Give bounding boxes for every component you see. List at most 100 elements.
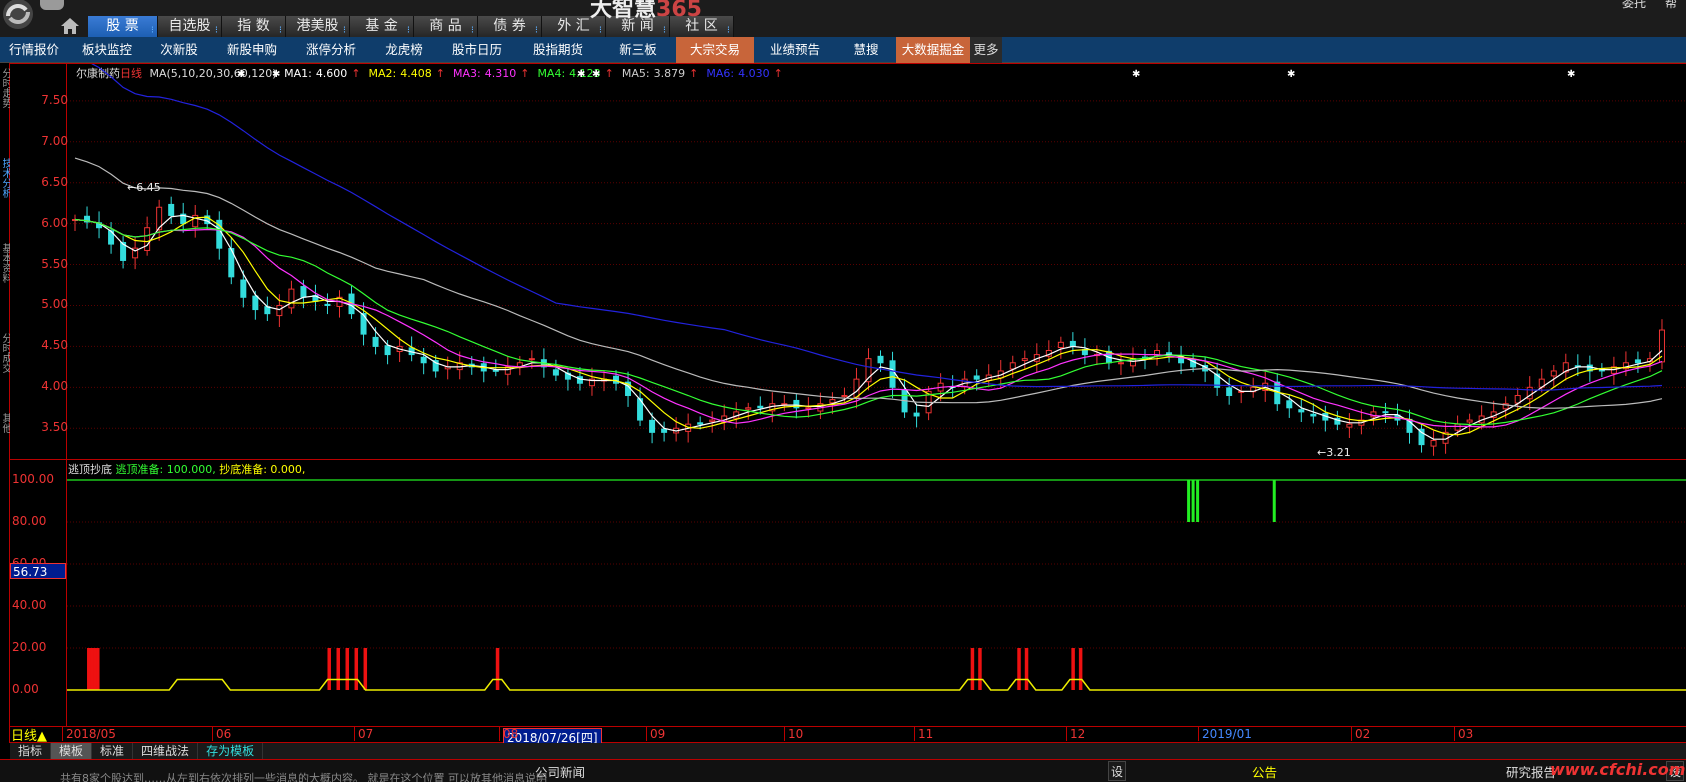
nav-item-0[interactable]: 行情报价	[0, 37, 68, 63]
left-tab-4[interactable]: 其他	[0, 413, 10, 458]
price-axis: 7.50 7.00 6.50 6.00 5.50 5.00 4.50 4.00 3.50	[10, 64, 68, 461]
left-tab-2[interactable]: 基本资料	[0, 243, 10, 315]
candle-body	[805, 407, 812, 410]
candle-body	[372, 336, 379, 347]
menu-2[interactable]: 指 数 ⁝	[222, 16, 286, 37]
candle-body	[661, 428, 668, 433]
candle-body	[252, 295, 259, 311]
candle-body	[324, 303, 331, 306]
bottom-bar	[970, 648, 975, 690]
back-button[interactable]	[40, 0, 64, 10]
bottom-bar	[345, 648, 350, 690]
date-tick	[1351, 727, 1352, 741]
nav-item-1[interactable]: 板块监控	[68, 37, 146, 63]
candle-body	[877, 355, 884, 364]
ma-line-1	[74, 214, 1663, 440]
event-marker-icon[interactable]: ✱	[592, 69, 600, 80]
date-tick-label: 12	[1066, 727, 1085, 741]
price-tick-label: 6.50	[41, 174, 68, 189]
nav-item-5[interactable]: 龙虎榜	[370, 37, 438, 63]
bottom-bar	[1071, 648, 1075, 690]
menu-4[interactable]: 基 金 ⁝	[350, 16, 414, 37]
help-link[interactable]: 帮	[1665, 0, 1677, 11]
ma-line-4	[74, 218, 1663, 426]
bottom-bar	[1024, 648, 1029, 690]
indicator-panel[interactable]: 100.0080.0060.0040.0020.000.00 56.73 逃顶抄…	[10, 460, 1686, 727]
candle-body	[1226, 387, 1233, 397]
refresh-logo-icon[interactable]	[0, 0, 38, 37]
nav-item-13[interactable]: 更多	[970, 37, 1002, 63]
candle-body	[889, 360, 896, 388]
date-tick-label: 2018/05	[62, 727, 116, 741]
event-marker-icon[interactable]: ✱	[272, 69, 280, 80]
candle-body	[973, 375, 980, 380]
home-icon[interactable]	[60, 17, 80, 35]
event-marker-icon[interactable]: ✱	[577, 69, 585, 80]
nav-item-12[interactable]: 大数据掘金	[896, 37, 970, 63]
escape-bar	[1196, 480, 1200, 522]
candle-body	[1069, 340, 1076, 347]
event-marker-icon[interactable]: ✱	[1287, 69, 1295, 80]
date-tick-label: 2019/01	[1198, 727, 1252, 741]
candle-body	[1009, 362, 1016, 370]
subtab-2[interactable]: 标准	[92, 743, 134, 759]
subtab-4[interactable]: 存为模板	[198, 743, 264, 759]
menu-1[interactable]: 自选股 ⁝	[158, 16, 222, 37]
period-switch[interactable]: 日线▲	[11, 725, 47, 744]
indicator-svg[interactable]	[67, 460, 1686, 727]
candle-body	[1382, 411, 1389, 414]
subtab-1[interactable]: 模板	[51, 743, 93, 759]
left-tab-1[interactable]: 技术分析	[0, 158, 10, 216]
info-bar: 公司新闻 设 公告 研究报告 设 共有8家个股达到……从左到右依次排列一些消息的…	[0, 759, 1686, 782]
nav-item-10[interactable]: 业绩预告	[754, 37, 836, 63]
escape-bar	[1272, 480, 1276, 522]
news-text: 共有8家个股达到……从左到右依次排列一些消息的大概内容。 就是在这个位置 可以放…	[60, 772, 547, 782]
menu-6[interactable]: 债 券 ⁝	[478, 16, 542, 37]
menu-0[interactable]: 股 票 ⁝	[88, 16, 158, 37]
nav-item-3[interactable]: 新股申购	[212, 37, 292, 63]
trade-link[interactable]: 委托	[1622, 0, 1646, 11]
candle-body	[240, 279, 247, 298]
menu-3[interactable]: 港美股 ⁝	[286, 16, 350, 37]
candle-body	[1021, 358, 1028, 361]
event-marker-icon[interactable]: ✱	[1567, 69, 1575, 80]
escape-bar	[1191, 480, 1195, 522]
event-marker-icon[interactable]: ✱	[1132, 69, 1140, 80]
nav-item-9[interactable]: 大宗交易	[676, 37, 754, 63]
kline-panel[interactable]: 7.50 7.00 6.50 6.00 5.50 5.00 4.50 4.00 3.50 尔康制…	[10, 63, 1686, 461]
indicator-tick-label: 40.00	[12, 598, 47, 612]
price-tick-label: 6.00	[41, 215, 68, 230]
candle-body	[1346, 423, 1353, 428]
candle-body	[697, 422, 704, 425]
price-tick-label: 4.00	[41, 379, 68, 394]
top-bar: 股 票 ⁝ 自选股 ⁝ 指 数 ⁝ 港美股 ⁝ 基 金 ⁝ 商 品 ⁝ 债 券 ⁝ 外 汇 ⁝ 新 闻 ⁝ 社 区 ⁝…	[0, 0, 1686, 37]
nav-item-11[interactable]: 慧搜	[836, 37, 896, 63]
left-tab-3[interactable]: 分时成交	[0, 333, 10, 403]
candle-body	[757, 405, 764, 409]
bottom-bar	[327, 648, 331, 690]
nav-item-4[interactable]: 涨停分析	[292, 37, 370, 63]
bottom-bar	[96, 648, 100, 690]
candle-body	[1298, 409, 1305, 413]
nav-item-2[interactable]: 次新股	[146, 37, 212, 63]
notice-tab[interactable]: 公告	[1252, 762, 1277, 781]
subtab-0[interactable]: 指标	[10, 743, 52, 759]
research-tab[interactable]: 研究报告	[1506, 762, 1556, 781]
left-side-tabs: 分时走势技术分析基本资料分时成交其他	[0, 63, 10, 743]
date-tick	[354, 727, 355, 741]
nav-item-8[interactable]: 新三板	[600, 37, 676, 63]
function-nav: 行情报价 板块监控 次新股 新股申购 涨停分析 龙虎榜 股市日历 股指期货 新三板 大宗交易 业绩预…	[0, 37, 1686, 63]
subtab-3[interactable]: 四维战法	[133, 743, 199, 759]
watermark: www.cfchi.com	[1550, 760, 1686, 779]
kline-svg[interactable]: ←6.45 ←3.21 ✱ ✱ ✱ ✱ ✱ ✱ ✱	[67, 64, 1686, 461]
candle-body	[853, 378, 860, 398]
nav-item-6[interactable]: 股市日历	[438, 37, 516, 63]
date-tick-label: 07	[354, 727, 373, 741]
candle-body	[649, 419, 656, 433]
date-tick	[784, 727, 785, 741]
bottom-bar	[354, 648, 359, 690]
menu-5[interactable]: 商 品 ⁝	[414, 16, 478, 37]
event-marker-icon[interactable]: ✱	[237, 69, 245, 80]
left-tab-0[interactable]: 分时走势	[0, 68, 10, 118]
nav-item-7[interactable]: 股指期货	[516, 37, 600, 63]
